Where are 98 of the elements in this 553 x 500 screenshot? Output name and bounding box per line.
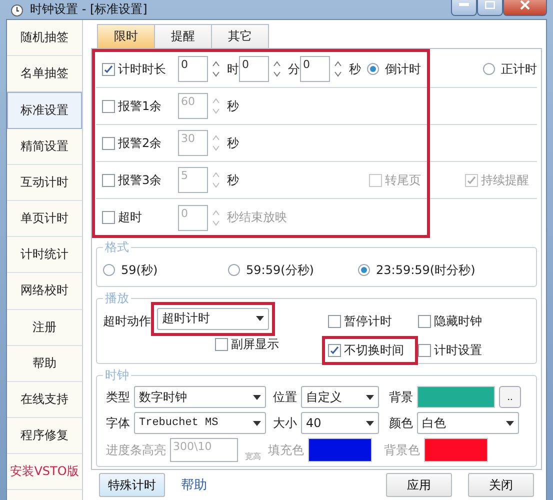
tab[interactable]: 限时 xyxy=(97,24,155,48)
checkbox[interactable] xyxy=(328,344,341,357)
window-title: 时钟设置 - [标准设置] xyxy=(30,1,148,18)
field-label: 类型 xyxy=(106,388,130,406)
unit-label: 秒 xyxy=(227,98,239,114)
unit-label: 秒 xyxy=(227,172,239,188)
radio-label: 倒计时 xyxy=(385,60,421,78)
field-label: 背景色 xyxy=(384,442,420,458)
checkbox-label: 隐藏时钟 xyxy=(434,313,482,330)
browse-button[interactable]: .. xyxy=(499,386,521,408)
unit-label: 秒 xyxy=(227,134,239,152)
dropdown-caret-icon xyxy=(366,420,374,426)
checkbox[interactable] xyxy=(418,315,431,328)
field-label: 超时动作 xyxy=(103,313,151,330)
checkbox-label: 持续提醒 xyxy=(481,172,529,188)
close-button[interactable] xyxy=(503,0,547,16)
dropdown-caret-icon xyxy=(366,394,374,400)
dropdown-caret-icon xyxy=(253,394,261,400)
color-swatch[interactable] xyxy=(308,438,372,462)
dropdown[interactable]: Trebuchet MS xyxy=(134,412,266,434)
sidebar-item[interactable]: 互动计时 xyxy=(7,164,82,201)
tab[interactable]: 提醒 xyxy=(154,24,212,48)
unit-label: 分 xyxy=(288,60,300,78)
number-field[interactable]: 0 xyxy=(239,56,269,82)
tab[interactable]: 其它 xyxy=(211,24,269,48)
radio-label: 23:59:59(时分秒) xyxy=(376,262,476,278)
special-timer-button[interactable]: 特殊计时 xyxy=(99,473,165,497)
field-label: 颜色 xyxy=(389,414,413,432)
apply-button[interactable]: 应用 xyxy=(386,473,452,497)
dropdown[interactable]: 超时计时 xyxy=(157,308,269,330)
close-dialog-button[interactable]: 关闭 xyxy=(468,473,534,497)
sidebar-item[interactable]: 在线支持 xyxy=(7,382,82,418)
sidebar-item[interactable]: 随机抽签 xyxy=(7,20,82,56)
sidebar-item[interactable]: 精简设置 xyxy=(7,128,82,165)
group-title: 格式 xyxy=(104,239,130,256)
checkbox[interactable] xyxy=(102,62,115,76)
sidebar-item[interactable]: 单页计时 xyxy=(7,200,82,238)
minimize-icon xyxy=(459,3,469,7)
dropdown-caret-icon xyxy=(506,420,514,426)
number-field[interactable]: 0 xyxy=(178,56,208,82)
checkbox[interactable] xyxy=(102,136,115,150)
checkbox-label: 计时时长 xyxy=(118,60,166,78)
checkbox-label: 转尾页 xyxy=(385,172,421,188)
sidebar-item[interactable]: 计时统计 xyxy=(7,237,82,274)
checkbox-label: 不切换时间 xyxy=(344,342,404,359)
clock-icon xyxy=(10,2,24,16)
radio-button[interactable] xyxy=(228,264,240,276)
checkbox[interactable] xyxy=(102,100,115,112)
checkbox-label: 报警2余 xyxy=(118,134,162,152)
radio-button[interactable] xyxy=(483,63,495,75)
radio-button[interactable] xyxy=(103,264,115,276)
radio-label: 59(秒) xyxy=(121,262,158,278)
dropdown[interactable]: 自定义 xyxy=(301,386,379,408)
field-label: 填充色 xyxy=(268,442,304,458)
number-field[interactable]: 0 xyxy=(300,56,330,82)
checkbox-label: 暂停计时 xyxy=(344,313,392,330)
field-label: 字体 xyxy=(106,414,130,432)
unit-label: 宽高 xyxy=(245,451,261,462)
sidebar-item[interactable]: 安装VSTO版 xyxy=(7,454,82,490)
help-link[interactable]: 帮助 xyxy=(181,476,207,494)
checkbox-label: 副屏显示 xyxy=(231,336,279,353)
group-title: 播放 xyxy=(104,290,130,307)
checkbox-label: 计时设置 xyxy=(434,342,482,359)
checkbox[interactable] xyxy=(102,174,115,186)
radio-label: 59:59(分秒) xyxy=(246,262,314,278)
color-swatch[interactable] xyxy=(417,386,495,408)
checkbox-label: 报警1余 xyxy=(118,98,162,114)
unit-label: 时 xyxy=(227,60,239,78)
dropdown-caret-icon xyxy=(253,420,261,426)
unit-label: 秒结束放映 xyxy=(227,209,287,226)
sidebar-item[interactable]: 标准设置 xyxy=(7,92,82,129)
dropdown[interactable]: 数字时钟 xyxy=(134,386,266,408)
sidebar-item[interactable]: 程序修复 xyxy=(7,418,82,454)
unit-label: 秒 xyxy=(349,60,361,78)
field-label: 大小 xyxy=(273,414,297,432)
dropdown[interactable]: 白色 xyxy=(417,412,519,434)
checkbox-label: 超时 xyxy=(118,209,142,226)
color-swatch[interactable] xyxy=(424,438,488,462)
radio-button[interactable] xyxy=(358,264,370,276)
maximize-button[interactable] xyxy=(477,0,503,16)
checkbox[interactable] xyxy=(328,315,341,328)
checkbox[interactable] xyxy=(215,338,228,351)
dropdown-caret-icon xyxy=(256,316,264,321)
checkbox-label: 报警3余 xyxy=(118,172,162,188)
dropdown[interactable]: 40 xyxy=(301,412,379,434)
maximize-icon xyxy=(485,1,495,9)
radio-button[interactable] xyxy=(367,63,379,75)
field-label: 位置 xyxy=(273,388,297,406)
checkbox[interactable] xyxy=(418,344,431,357)
field-label: 进度条高亮 xyxy=(106,442,166,458)
sidebar-item[interactable]: 帮助 xyxy=(7,346,82,382)
sidebar-item[interactable]: 网络校时 xyxy=(7,273,82,310)
radio-label: 正计时 xyxy=(501,60,537,78)
sidebar-item[interactable]: 注册 xyxy=(7,310,82,346)
group-title: 时钟 xyxy=(104,367,130,384)
minimize-button[interactable] xyxy=(451,0,477,16)
field-label: 背景 xyxy=(389,388,413,406)
close-icon xyxy=(520,0,530,10)
